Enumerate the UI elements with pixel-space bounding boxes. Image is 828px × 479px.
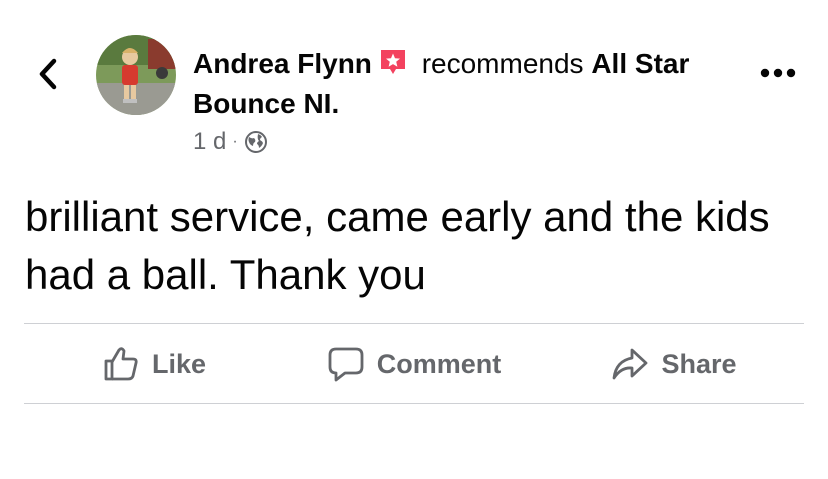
like-button[interactable]: Like [24, 345, 284, 383]
recommends-label: recommends [421, 48, 584, 79]
star-badge-icon [378, 47, 408, 77]
more-options-button[interactable] [756, 58, 800, 88]
author-name[interactable]: Andrea Flynn [193, 48, 372, 79]
post-time[interactable]: 1 d [193, 128, 226, 156]
like-label: Like [151, 348, 207, 379]
post-meta: 1 d · [193, 128, 268, 156]
meta-separator: · [232, 133, 238, 150]
comment-button[interactable]: Comment [284, 345, 544, 383]
share-label: Share [661, 348, 737, 379]
post-header: Andrea Flynn recommends All Star Bounce … [193, 44, 713, 124]
share-button[interactable]: Share [544, 345, 804, 383]
comment-icon [328, 347, 364, 382]
action-bar: Like Comment Share [24, 324, 804, 404]
avatar[interactable] [96, 35, 176, 115]
post-text: brilliant service, came early and the ki… [25, 193, 770, 298]
divider-bottom [24, 403, 804, 404]
globe-icon [244, 130, 268, 154]
chevron-left-icon [39, 58, 57, 90]
thumbs-up-icon [104, 347, 138, 381]
comment-label: Comment [376, 348, 502, 379]
back-button[interactable] [28, 52, 68, 96]
share-icon [613, 348, 648, 380]
more-horizontal-icon [760, 68, 796, 78]
